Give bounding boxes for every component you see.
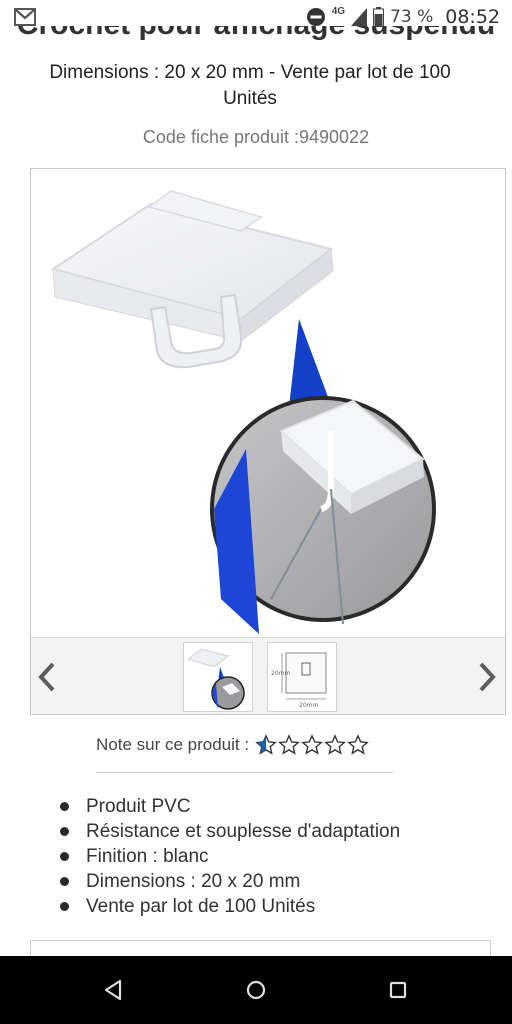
bullet-icon <box>60 802 69 811</box>
feature-text: Résistance et souplesse d'adaptation <box>86 821 401 842</box>
list-item: Résistance et souplesse d'adaptation <box>60 819 400 844</box>
product-main-image[interactable] <box>31 169 505 637</box>
dimension-height-label: 20mm <box>271 670 290 677</box>
star-empty-icon[interactable] <box>301 734 323 756</box>
divider <box>96 772 393 773</box>
product-code-value: 9490022 <box>299 127 370 147</box>
back-icon[interactable] <box>100 976 128 1004</box>
star-empty-icon[interactable] <box>278 734 300 756</box>
product-gallery: 20mm 20mm <box>30 168 506 715</box>
chevron-right-icon[interactable] <box>471 660 501 694</box>
bullet-icon <box>60 852 69 861</box>
product-illustration <box>50 190 436 634</box>
thumbnail-2[interactable]: 20mm 20mm <box>267 642 337 712</box>
feature-list: Produit PVC Résistance et souplesse d'ad… <box>60 794 400 919</box>
bullet-icon <box>60 902 69 911</box>
list-item: Dimensions : 20 x 20 mm <box>60 869 400 894</box>
battery-percent: 73 % <box>390 7 434 27</box>
list-item: Vente par lot de 100 Unités <box>60 894 400 919</box>
star-empty-icon[interactable] <box>324 734 346 756</box>
battery-icon <box>373 7 385 27</box>
network-type: 4G <box>331 5 346 17</box>
feature-text: Vente par lot de 100 Unités <box>86 896 316 917</box>
feature-text: Finition : blanc <box>86 846 209 867</box>
list-item: Produit PVC <box>60 794 400 819</box>
do-not-disturb-icon <box>306 8 325 26</box>
thumbnail-1-image <box>186 648 245 710</box>
product-rating: Note sur ce produit : <box>96 733 370 757</box>
chevron-left-icon[interactable] <box>33 660 63 694</box>
thumbnail-1[interactable] <box>183 642 253 712</box>
product-code: Code fiche produit :9490022 <box>0 127 512 148</box>
thumbnail-strip: 20mm 20mm <box>31 637 505 714</box>
home-icon[interactable] <box>242 976 270 1004</box>
list-item: Finition : blanc <box>60 844 400 869</box>
feature-text: Dimensions : 20 x 20 mm <box>86 871 301 892</box>
signal-icon <box>351 8 368 26</box>
dimension-width-label: 20mm <box>299 702 318 709</box>
navigation-bar <box>0 956 512 1024</box>
bullet-icon <box>60 827 69 836</box>
feature-text: Produit PVC <box>86 796 191 817</box>
product-code-label: Code fiche produit : <box>142 127 299 147</box>
product-subtitle: Dimensions : 20 x 20 mm - Vente par lot … <box>49 62 451 109</box>
thumbnail-2-image: 20mm 20mm <box>271 652 327 709</box>
rating-label: Note sur ce produit : <box>96 735 250 754</box>
star-empty-icon[interactable] <box>347 734 369 756</box>
gmail-icon <box>14 8 36 26</box>
star-half-icon[interactable] <box>255 734 277 756</box>
recents-icon[interactable] <box>384 976 412 1004</box>
bullet-icon <box>60 877 69 886</box>
clock: 08:52 <box>445 6 500 28</box>
